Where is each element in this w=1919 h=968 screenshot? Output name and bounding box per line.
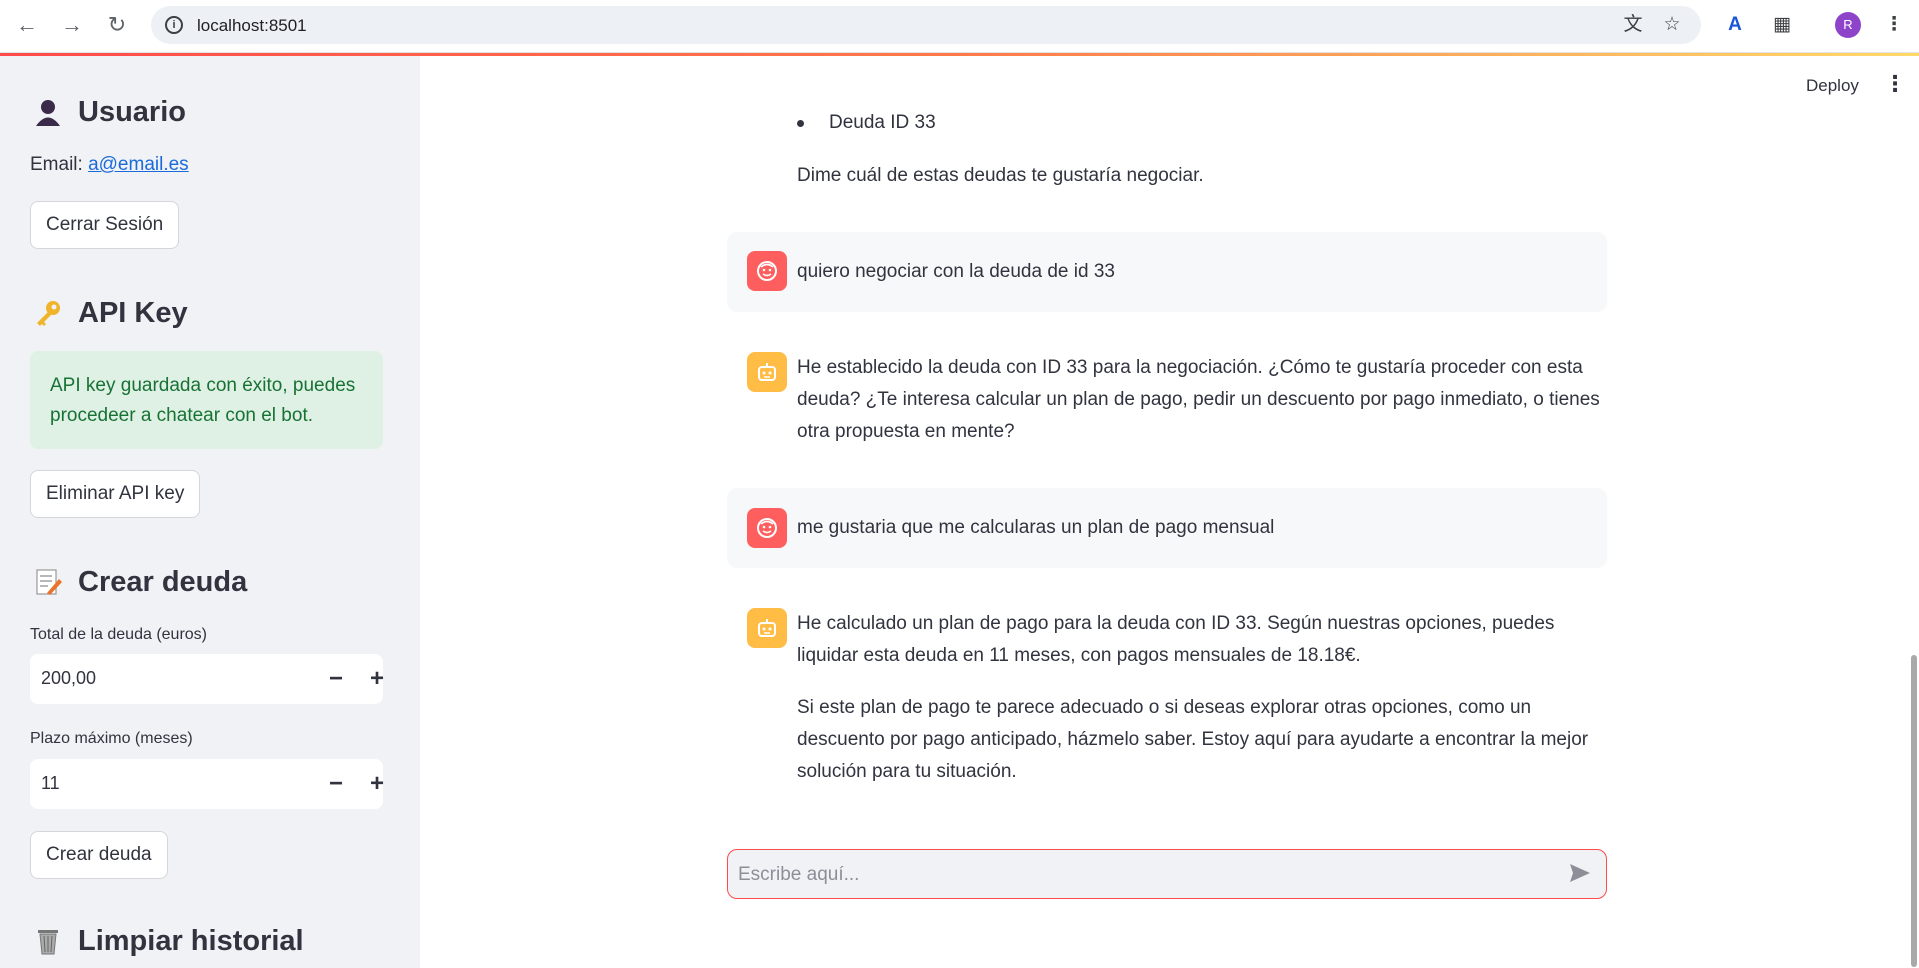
bot-robot-icon — [747, 352, 787, 392]
delete-api-key-button[interactable]: Eliminar API key — [30, 470, 201, 518]
user-section-title: Usuario — [78, 95, 186, 128]
translate-icon[interactable]: 文 — [1622, 14, 1644, 36]
wastebasket-icon — [30, 923, 66, 959]
chat-input-box[interactable] — [727, 849, 1607, 899]
debt-section-title: Crear deuda — [78, 565, 248, 598]
user-bust-icon — [30, 94, 66, 130]
assistant-message-text: He establecido la deuda con ID 33 para l… — [797, 357, 1600, 442]
max-term-value[interactable]: 11 — [41, 773, 60, 794]
forward-arrow-icon[interactable]: → — [57, 10, 87, 40]
reload-icon[interactable]: ↻ — [102, 10, 132, 40]
memo-icon — [30, 564, 66, 600]
assistant-message-text: Dime cuál de estas deudas te gustaría ne… — [797, 165, 1204, 186]
key-icon — [30, 295, 66, 331]
translator-extension-icon[interactable]: A — [1722, 12, 1748, 38]
url-text: localhost:8501 — [197, 16, 307, 35]
scrollbar[interactable] — [1911, 655, 1917, 967]
profile-avatar[interactable]: R — [1835, 12, 1861, 38]
debt-section-header: Crear deuda — [30, 564, 247, 600]
send-icon[interactable] — [1566, 862, 1594, 888]
max-term-label: Plazo máximo (meses) — [30, 730, 193, 747]
debt-list-item-text: Deuda ID 33 — [829, 112, 936, 133]
app-menu-icon[interactable]: ⋮ — [1884, 71, 1906, 97]
api-success-alert: API key guardada con éxito, puedes proce… — [30, 351, 383, 449]
bot-robot-icon — [747, 608, 787, 648]
total-debt-label: Total de la deuda (euros) — [30, 626, 207, 643]
email-link[interactable]: a@email.es — [88, 154, 189, 175]
deploy-button[interactable]: Deploy — [1806, 76, 1859, 96]
assistant-message-text: He calculado un plan de pago para la deu… — [797, 613, 1555, 666]
email-line: Email: a@email.es — [30, 154, 189, 176]
api-section-title: API Key — [78, 296, 188, 329]
assistant-message-text: Si este plan de pago te parece adecuado … — [797, 697, 1589, 782]
user-message-text: quiero negociar con la deuda de id 33 — [797, 261, 1115, 282]
address-bar[interactable]: i localhost:8501 文 ☆ — [151, 6, 1701, 44]
user-face-icon — [747, 508, 787, 548]
user-message-text: me gustaria que me calcularas un plan de… — [797, 517, 1275, 538]
term-decrement-button[interactable]: − — [320, 768, 352, 800]
browser-menu-icon[interactable]: ⋮ — [1881, 12, 1907, 38]
logout-button[interactable]: Cerrar Sesión — [30, 201, 180, 249]
extensions-puzzle-icon[interactable]: ▦ — [1769, 12, 1795, 38]
history-section-title: Limpiar historial — [78, 924, 304, 957]
total-debt-input[interactable]: 200,00 − + — [30, 654, 384, 704]
back-arrow-icon[interactable]: ← — [12, 10, 42, 40]
debt-list-item: Deuda ID 33 — [797, 112, 936, 134]
bullet-dot — [797, 119, 804, 127]
user-face-icon — [747, 251, 787, 291]
email-label: Email: — [30, 154, 89, 175]
total-increment-button[interactable]: + — [361, 663, 393, 695]
total-decrement-button[interactable]: − — [320, 663, 352, 695]
user-section-header: Usuario — [30, 94, 186, 130]
sidebar: Usuario Email: a@email.es Cerrar Sesión … — [0, 56, 420, 968]
bookmark-star-icon[interactable]: ☆ — [1661, 14, 1683, 36]
term-increment-button[interactable]: + — [361, 768, 393, 800]
total-debt-value[interactable]: 200,00 — [41, 668, 96, 689]
browser-toolbar: ← → ↻ i localhost:8501 文 ☆ A ▦ R ⋮ — [0, 0, 1919, 53]
max-term-input[interactable]: 11 − + — [30, 759, 384, 809]
site-info-icon[interactable]: i — [165, 16, 183, 34]
chat-input[interactable] — [738, 860, 1538, 890]
history-section-header: Limpiar historial — [30, 923, 304, 959]
create-debt-button[interactable]: Crear deuda — [30, 831, 168, 879]
api-section-header: API Key — [30, 295, 188, 331]
